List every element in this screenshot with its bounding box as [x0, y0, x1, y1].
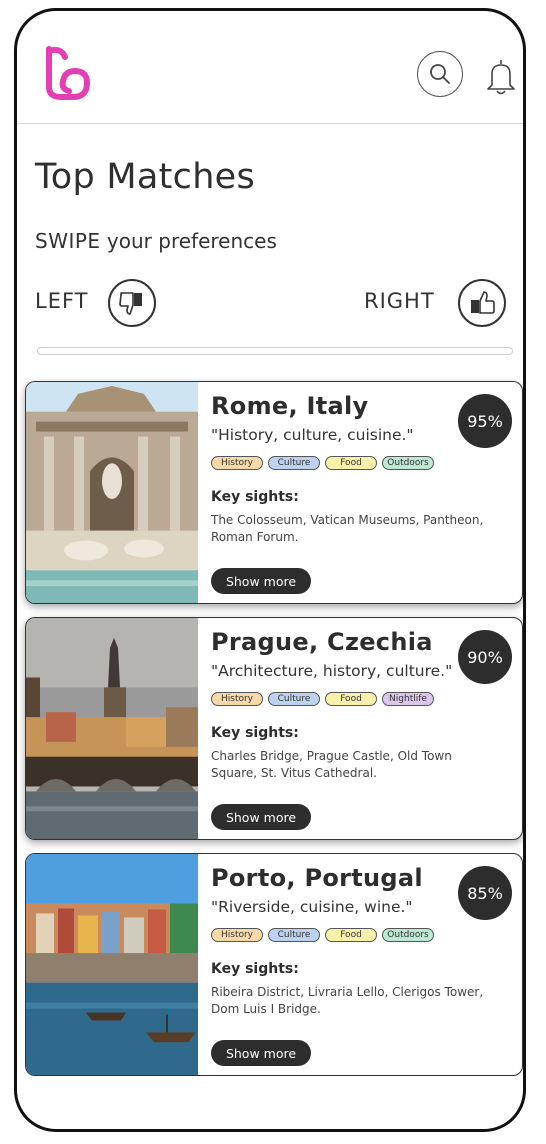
tag-history: History	[211, 928, 263, 942]
key-sights-label: Key sights:	[211, 961, 299, 977]
show-more-button[interactable]: Show more	[211, 804, 311, 830]
city-name: Rome, Italy	[211, 392, 369, 420]
tag-history: History	[211, 456, 263, 470]
show-more-button[interactable]: Show more	[211, 568, 311, 594]
destination-card-porto[interactable]: Porto, Portugal "Riverside, cuisine, win…	[25, 853, 523, 1076]
card-body: Prague, Czechia "Architecture, history, …	[198, 618, 522, 839]
tag-outdoors: Outdoors	[382, 456, 434, 470]
tag-food: Food	[325, 928, 377, 942]
thumbs-down-icon	[119, 292, 142, 315]
destination-card-rome[interactable]: Rome, Italy "History, culture, cuisine."…	[25, 381, 523, 604]
tagline: "Architecture, history, culture."	[211, 662, 453, 680]
porto-riverside-image	[26, 854, 198, 1075]
bell-icon[interactable]	[483, 57, 519, 97]
b-heart-logo-icon[interactable]	[39, 43, 95, 103]
page-title: Top Matches	[35, 157, 256, 197]
tagline: "History, culture, cuisine."	[211, 426, 414, 444]
tag-culture: Culture	[268, 456, 320, 470]
key-sights-label: Key sights:	[211, 489, 299, 505]
tag-food: Food	[325, 456, 377, 470]
tag-list: History Culture Food Nightlife	[211, 692, 434, 706]
tag-history: History	[211, 692, 263, 706]
like-button[interactable]	[458, 279, 506, 327]
swipe-progress-bar	[37, 347, 513, 355]
tag-culture: Culture	[268, 928, 320, 942]
thumbs-up-icon	[471, 291, 495, 314]
city-name: Porto, Portugal	[211, 864, 423, 892]
match-percentage-badge: 95%	[458, 394, 512, 448]
show-more-button[interactable]: Show more	[211, 1040, 311, 1066]
card-body: Porto, Portugal "Riverside, cuisine, win…	[198, 854, 522, 1075]
swipe-keyword: SWIPE	[35, 229, 101, 253]
tag-nightlife: Nightlife	[382, 692, 434, 706]
destination-card-prague[interactable]: Prague, Czechia "Architecture, history, …	[25, 617, 523, 840]
right-label: RIGHT	[364, 289, 435, 313]
rome-trevi-fountain-image	[26, 382, 198, 603]
tag-food: Food	[325, 692, 377, 706]
match-percentage-badge: 85%	[458, 866, 512, 920]
prague-charles-bridge-image	[26, 618, 198, 839]
search-icon	[430, 64, 450, 84]
search-button[interactable]	[417, 51, 463, 97]
dislike-button[interactable]	[108, 279, 156, 327]
swipe-rest: your preferences	[100, 229, 277, 253]
match-percentage-badge: 90%	[458, 630, 512, 684]
key-sights-text: The Colosseum, Vatican Museums, Pantheon…	[211, 513, 484, 544]
tag-culture: Culture	[268, 692, 320, 706]
tagline: "Riverside, cuisine, wine."	[211, 898, 413, 916]
key-sights-label: Key sights:	[211, 725, 299, 741]
app-header	[17, 11, 523, 124]
swipe-instruction: SWIPE your preferences	[35, 229, 277, 253]
card-body: Rome, Italy "History, culture, cuisine."…	[198, 382, 522, 603]
key-sights-text: Charles Bridge, Prague Castle, Old Town …	[211, 749, 452, 780]
left-label: LEFT	[35, 289, 89, 313]
key-sights-text: Ribeira District, Livraria Lello, Clerig…	[211, 985, 484, 1016]
tag-outdoors: Outdoors	[382, 928, 434, 942]
tag-list: History Culture Food Outdoors	[211, 456, 434, 470]
phone-frame: Top Matches SWIPE your preferences LEFT …	[14, 8, 526, 1132]
tag-list: History Culture Food Outdoors	[211, 928, 434, 942]
city-name: Prague, Czechia	[211, 628, 433, 656]
